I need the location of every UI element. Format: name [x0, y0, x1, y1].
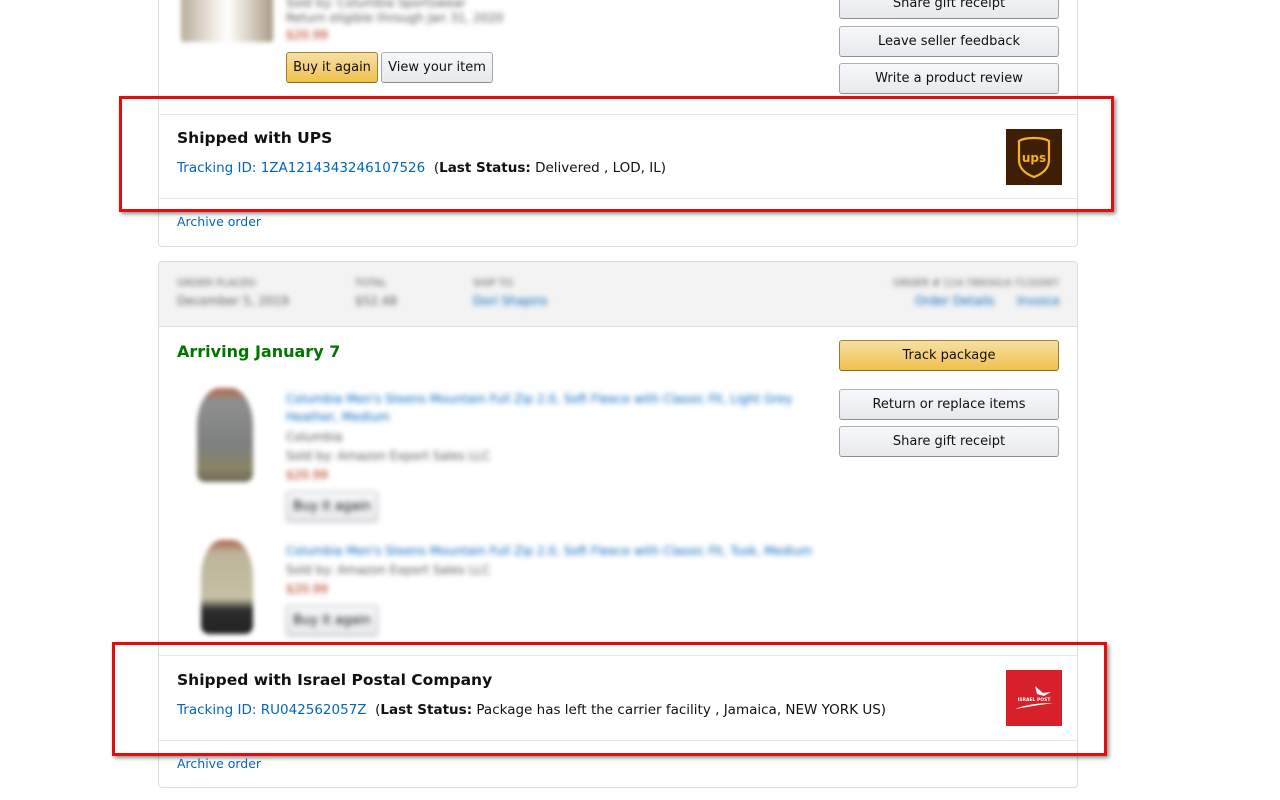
item-sold-by: Sold by: Amazon Export Sales LLC	[286, 563, 491, 577]
share-gift-receipt-button[interactable]: Share gift receipt	[839, 426, 1059, 457]
invoice-link[interactable]: Invoice	[1017, 294, 1060, 308]
view-your-item-button[interactable]: View your item	[381, 52, 493, 83]
order-placed-value: December 5, 2019	[177, 294, 289, 308]
ship-to-label: SHIP TO	[473, 278, 514, 289]
archive-order-link[interactable]: Archive order	[177, 756, 261, 771]
buy-it-again-button[interactable]: Buy it again	[286, 605, 378, 636]
order-total-label: TOTAL	[355, 278, 387, 289]
leave-seller-feedback-button[interactable]: Leave seller feedback	[839, 26, 1059, 57]
israel-post-deer-icon: ISRAEL POST	[1015, 686, 1053, 709]
write-product-review-button[interactable]: Write a product review	[839, 63, 1059, 94]
last-status-label: Last Status:	[380, 702, 473, 718]
divider	[159, 114, 1077, 115]
israel-post-logo: ISRAEL POST	[1006, 670, 1062, 726]
last-status-text: Package has left the carrier facility , …	[472, 702, 887, 718]
return-replace-button[interactable]: Return or replace items	[839, 389, 1059, 420]
item-price: $20.99	[286, 28, 328, 42]
divider	[159, 740, 1077, 741]
item-title-link[interactable]: Columbia Men's Steens Mountain Full Zip …	[286, 392, 792, 406]
tracking-prefix: Tracking ID:	[177, 702, 261, 718]
order-card-1: Sold by: Columbia Sportswear Return elig…	[158, 0, 1078, 247]
tracking-id-link[interactable]: Tracking ID: 1ZA1214343246107526	[177, 160, 425, 176]
tracking-id-link[interactable]: Tracking ID: RU042562057Z	[177, 702, 367, 718]
ups-logo-text: ups	[1022, 151, 1046, 165]
product-thumbnail[interactable]	[181, 0, 273, 42]
order-header: ORDER PLACED December 5, 2019 TOTAL $52.…	[159, 262, 1077, 327]
last-status-text: Delivered , LOD, IL)	[530, 160, 666, 176]
buy-it-again-button[interactable]: Buy it again	[286, 52, 378, 83]
archive-order-link[interactable]: Archive order	[177, 214, 261, 229]
ups-shield-icon: ups	[1017, 136, 1051, 178]
item-title-link[interactable]: Columbia Men's Steens Mountain Full Zip …	[286, 544, 812, 558]
order-number: ORDER # 114-7893414-7132097	[893, 278, 1059, 289]
item-price: $20.99	[286, 468, 328, 482]
item-return-eligible: Return eligible through Jan 31, 2020	[286, 11, 504, 25]
product-thumbnail[interactable]	[197, 388, 253, 482]
item-sold-by: Sold by: Amazon Export Sales LLC	[286, 449, 491, 463]
item-sold-by: Sold by: Columbia Sportswear	[286, 0, 466, 10]
shipment-title: Shipped with UPS	[177, 129, 333, 147]
product-thumbnail[interactable]	[201, 540, 253, 634]
order-placed-label: ORDER PLACED	[177, 278, 256, 289]
israel-post-logo-text: ISRAEL POST	[1018, 697, 1052, 703]
item-price: $20.99	[286, 582, 328, 596]
ship-to-link[interactable]: Dori Shapiro	[473, 294, 547, 308]
ups-logo: ups	[1006, 129, 1062, 185]
tracking-line: Tracking ID: RU042562057Z (Last Status: …	[177, 702, 886, 718]
divider	[159, 655, 1077, 656]
buy-it-again-button[interactable]: Buy it again	[286, 491, 378, 522]
tracking-id: RU042562057Z	[260, 702, 367, 718]
order-card-2: ORDER PLACED December 5, 2019 TOTAL $52.…	[158, 261, 1078, 788]
divider	[159, 198, 1077, 199]
item-title-link-cont[interactable]: Heather, Medium	[286, 410, 390, 424]
order-details-link[interactable]: Order Details	[915, 294, 995, 308]
track-package-button[interactable]: Track package	[839, 340, 1059, 371]
item-brand: Columbia	[286, 430, 343, 444]
share-gift-receipt-button[interactable]: Share gift receipt	[839, 0, 1059, 19]
arriving-date: Arriving January 7	[177, 342, 341, 361]
shipment-title: Shipped with Israel Postal Company	[177, 671, 493, 689]
tracking-prefix: Tracking ID:	[177, 160, 261, 176]
last-status-label: Last Status:	[439, 160, 531, 176]
order-total-value: $52.48	[355, 294, 397, 308]
tracking-id: 1ZA1214343246107526	[260, 160, 426, 176]
tracking-line: Tracking ID: 1ZA1214343246107526 (Last S…	[177, 160, 666, 176]
